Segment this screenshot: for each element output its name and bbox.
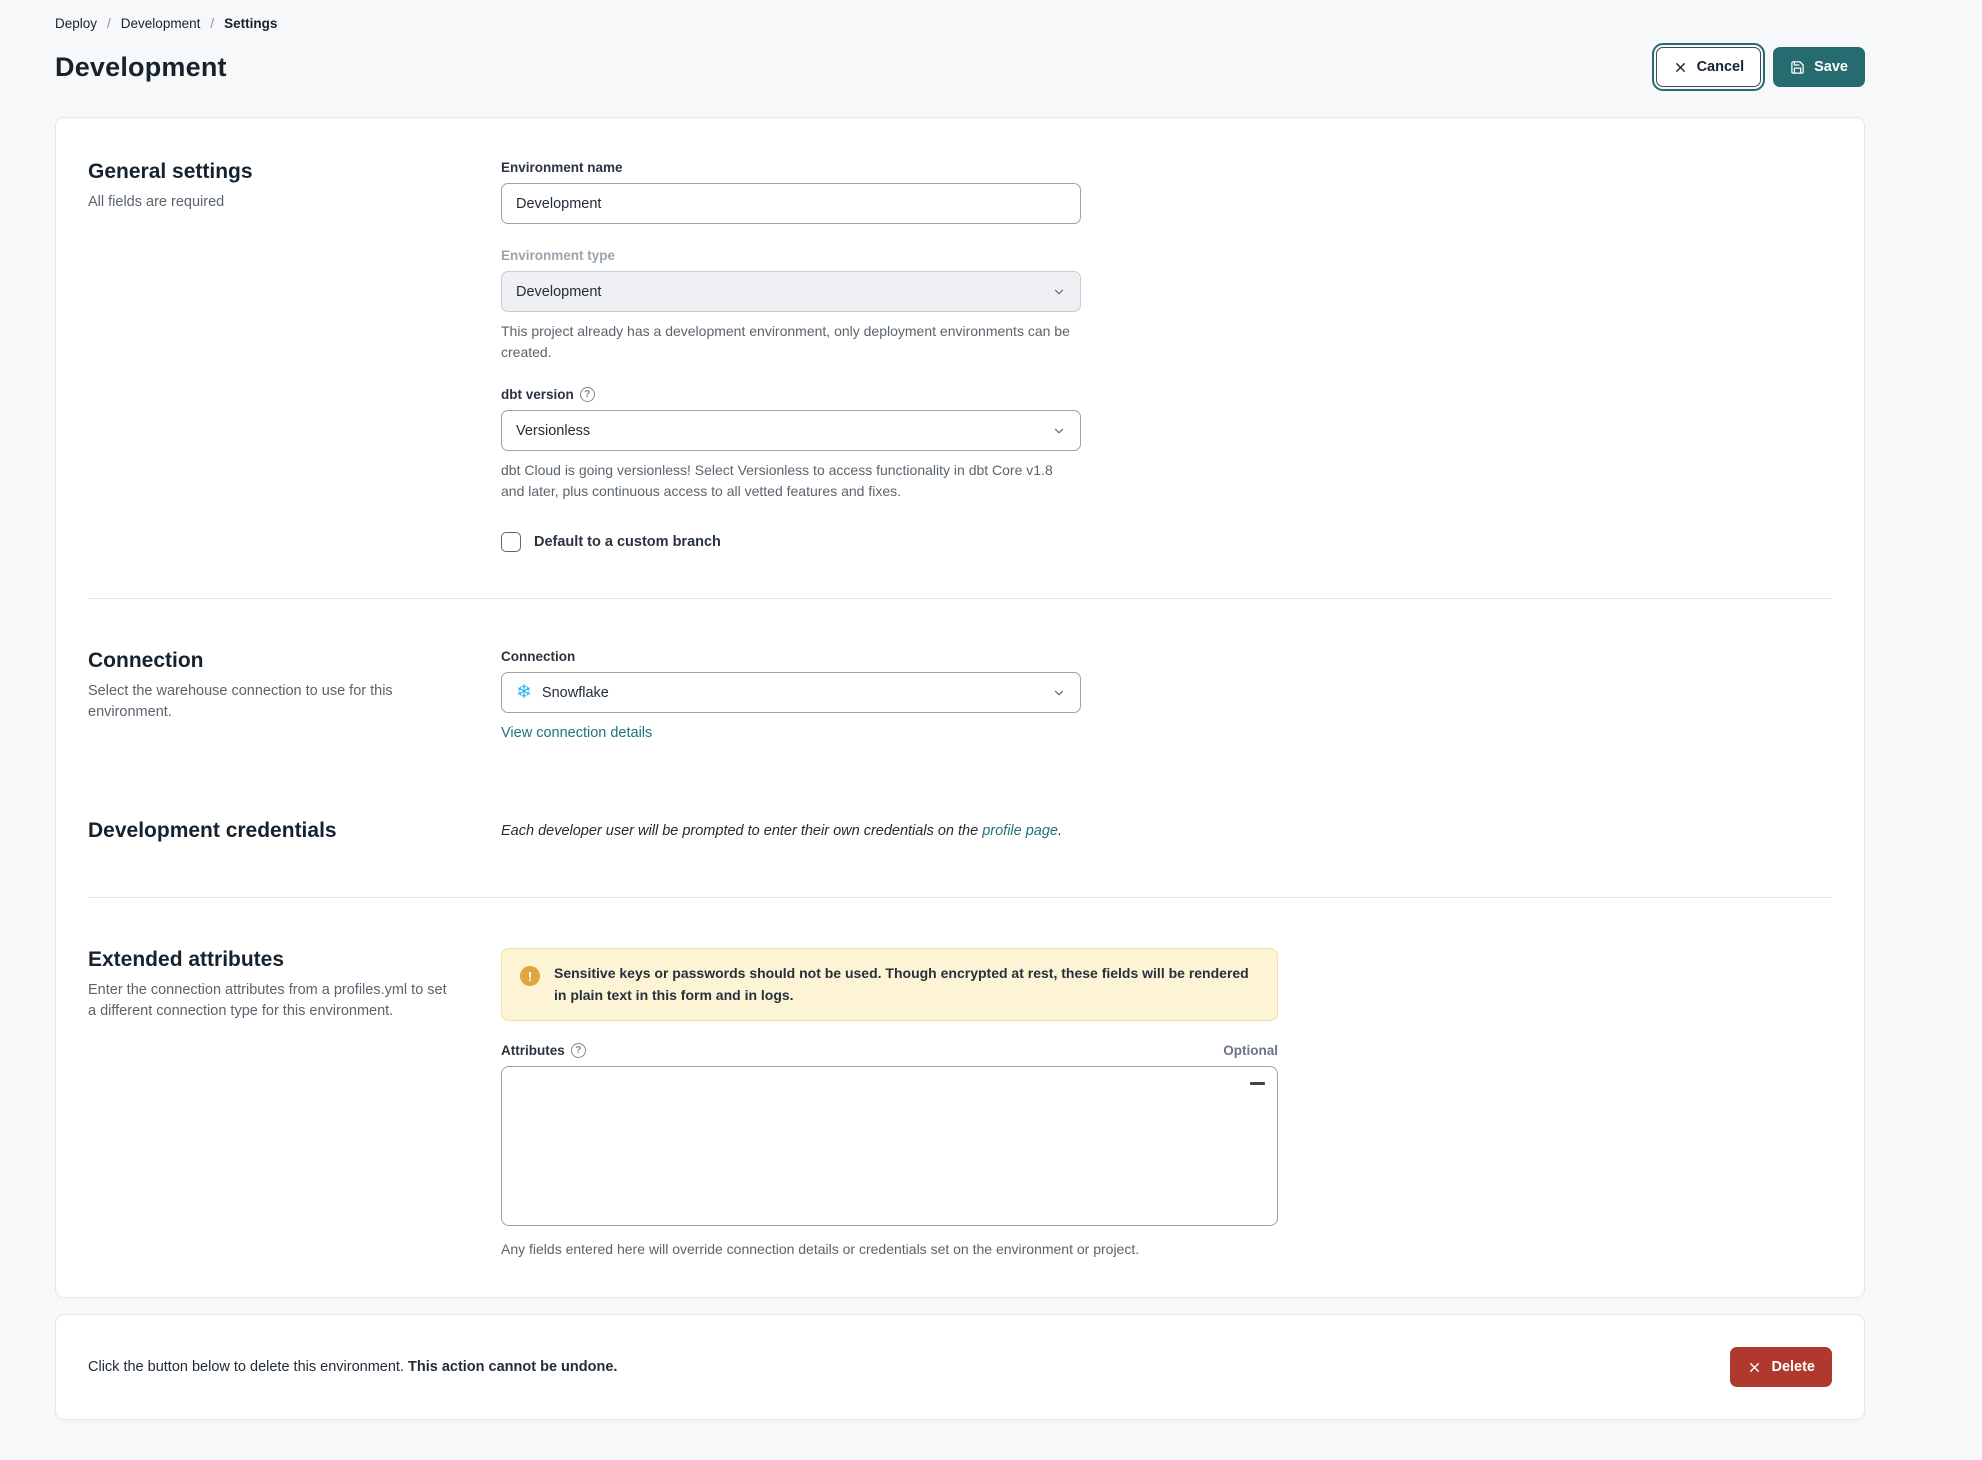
breadcrumb-deploy[interactable]: Deploy [55, 16, 97, 31]
section-divider [88, 598, 1832, 599]
delete-environment-card: Click the button below to delete this en… [55, 1314, 1865, 1421]
connection-intro: Connection Select the warehouse connecti… [88, 649, 501, 723]
warning-text: Sensitive keys or passwords should not b… [554, 965, 1249, 1003]
page-header: Development Cancel Save [55, 43, 1865, 91]
close-icon [1747, 1360, 1762, 1375]
credentials-note-text: Each developer user will be prompted to … [501, 823, 983, 839]
connection-value: Snowflake [541, 684, 609, 701]
environment-type-label: Environment type [501, 248, 616, 263]
optional-badge: Optional [1223, 1043, 1278, 1059]
environment-name-input[interactable] [501, 183, 1081, 224]
attributes-label: Attributes ? [501, 1043, 586, 1059]
general-settings-section: General settings All fields are required… [88, 160, 1832, 552]
environment-type-select: Development [501, 271, 1081, 312]
general-settings-intro: General settings All fields are required [88, 160, 501, 213]
snowflake-icon: ❄ [516, 682, 532, 703]
delete-button[interactable]: Delete [1730, 1347, 1832, 1388]
environment-type-help: This project already has a development e… [501, 323, 1070, 360]
general-settings-form: Environment name Environment type Develo… [501, 160, 1832, 552]
settings-card: General settings All fields are required… [55, 117, 1865, 1299]
environment-settings-page: Deploy / Development / Settings Developm… [0, 0, 1982, 1460]
environment-name-label: Environment name [501, 160, 623, 175]
dbt-version-value: Versionless [516, 422, 591, 439]
custom-branch-label: Default to a custom branch [534, 534, 721, 550]
connection-select[interactable]: ❄ Snowflake [501, 672, 1081, 713]
cancel-button[interactable]: Cancel [1651, 43, 1766, 91]
dbt-version-field: dbt version ? Versionless dbt Cloud is g… [501, 387, 1081, 502]
extended-attributes-section: Extended attributes Enter the connection… [88, 948, 1832, 1257]
delete-button-label: Delete [1771, 1359, 1815, 1376]
delete-text: Click the button below to delete this en… [88, 1359, 408, 1376]
dbt-version-select[interactable]: Versionless [501, 410, 1081, 451]
chevron-down-icon [1052, 424, 1066, 438]
general-settings-description: All fields are required [88, 194, 225, 210]
connection-form: Connection ❄ Snowflake View connection d… [501, 649, 1832, 741]
custom-branch-checkbox[interactable] [501, 532, 521, 552]
breadcrumb-settings: Settings [224, 16, 278, 31]
extended-attributes-form: ! Sensitive keys or passwords should not… [501, 948, 1278, 1257]
save-button-label: Save [1814, 58, 1848, 75]
dbt-version-help: dbt Cloud is going versionless! Select V… [501, 462, 1053, 499]
custom-branch-row[interactable]: Default to a custom branch [501, 532, 1832, 552]
attributes-footer: Any fields entered here will override co… [501, 1241, 1140, 1258]
delete-environment-text: Click the button below to delete this en… [88, 1359, 617, 1375]
close-icon [1673, 60, 1688, 75]
page-title: Development [55, 51, 227, 82]
extended-attributes-description: Enter the connection attributes from a p… [88, 982, 447, 1020]
collapse-editor-icon[interactable] [1248, 1074, 1266, 1092]
section-divider [88, 897, 1832, 898]
save-button[interactable]: Save [1773, 47, 1865, 87]
development-credentials-section: Development credentials Each developer u… [88, 819, 1832, 851]
attributes-header: Attributes ? Optional [501, 1043, 1278, 1059]
help-icon[interactable]: ? [570, 1043, 586, 1059]
cancel-button-label: Cancel [1696, 58, 1745, 75]
chevron-down-icon [1052, 285, 1066, 299]
environment-type-field: Environment type Development This projec… [501, 248, 1081, 363]
attributes-editor [501, 1066, 1278, 1229]
profile-page-link[interactable]: profile page [982, 823, 1058, 839]
save-icon [1790, 60, 1805, 75]
connection-section: Connection Select the warehouse connecti… [88, 649, 1832, 741]
delete-text-bold: This action cannot be undone. [407, 1359, 618, 1376]
view-connection-details-link[interactable]: View connection details [501, 725, 652, 741]
header-actions: Cancel Save [1651, 43, 1865, 91]
breadcrumb-separator: / [107, 16, 111, 31]
breadcrumb: Deploy / Development / Settings [55, 10, 1865, 33]
connection-heading: Connection [88, 649, 204, 672]
minus-icon [1249, 1081, 1265, 1085]
environment-type-value: Development [516, 283, 602, 300]
general-settings-heading: General settings [88, 160, 253, 183]
chevron-down-icon [1052, 686, 1066, 700]
connection-field: Connection ❄ Snowflake View connection d… [501, 649, 1081, 741]
breadcrumb-separator: / [210, 16, 215, 31]
extended-attributes-heading: Extended attributes [88, 948, 285, 971]
connection-label: Connection [501, 649, 576, 664]
development-credentials-heading: Development credentials [88, 819, 337, 842]
credentials-note-period: . [1057, 823, 1063, 839]
attributes-label-text: Attributes [501, 1043, 565, 1059]
sensitive-keys-warning: ! Sensitive keys or passwords should not… [501, 948, 1278, 1022]
warning-icon: ! [520, 966, 540, 986]
dbt-version-label: dbt version ? [501, 387, 1081, 402]
dbt-version-label-text: dbt version [501, 387, 574, 402]
breadcrumb-development[interactable]: Development [121, 16, 201, 31]
development-credentials-intro: Development credentials [88, 819, 501, 851]
extended-attributes-intro: Extended attributes Enter the connection… [88, 948, 501, 1022]
environment-name-field: Environment name [501, 160, 1081, 224]
development-credentials-note: Each developer user will be prompted to … [501, 819, 1832, 839]
help-icon[interactable]: ? [579, 387, 595, 402]
attributes-textarea[interactable] [501, 1066, 1278, 1227]
connection-description: Select the warehouse connection to use f… [88, 683, 393, 721]
